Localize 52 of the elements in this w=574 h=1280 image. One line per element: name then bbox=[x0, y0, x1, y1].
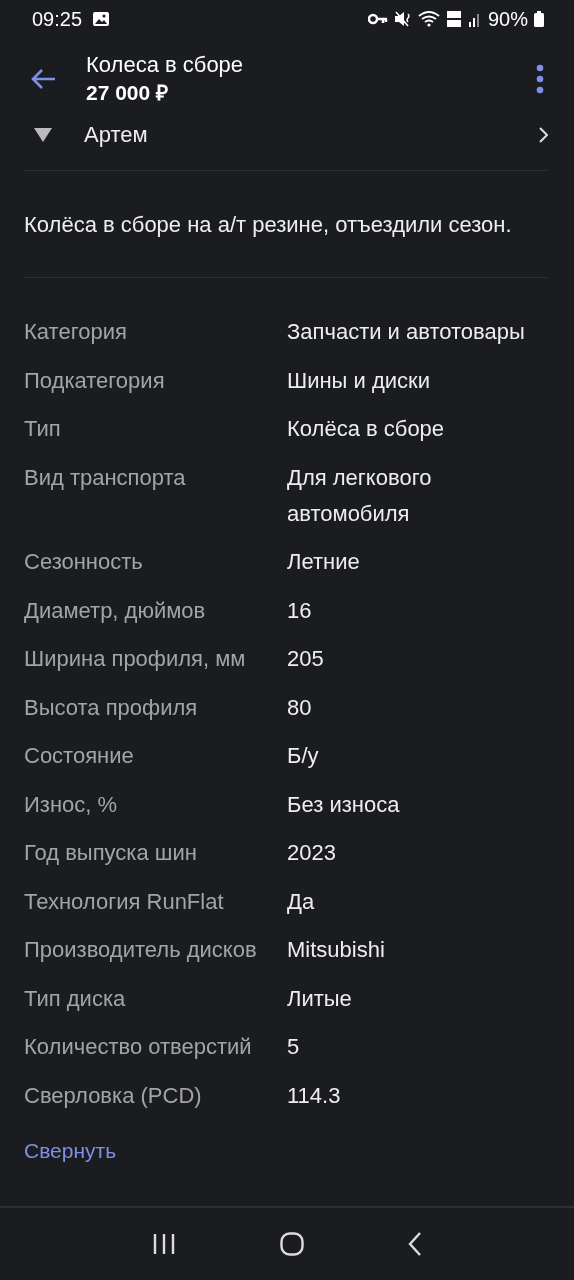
listing-title: Колеса в сборе bbox=[86, 51, 245, 79]
param-label: Диаметр, дюймов bbox=[24, 596, 207, 625]
param-label: Тип диска bbox=[24, 984, 127, 1013]
triangle-icon bbox=[34, 128, 52, 142]
seller-name[interactable]: Артем bbox=[84, 122, 148, 148]
param-value: Mitsubishi bbox=[287, 936, 386, 964]
param-label: Количество отверстий bbox=[24, 1033, 253, 1061]
param-label: Тип bbox=[24, 415, 62, 443]
param-value: Без износа bbox=[287, 790, 401, 819]
param-value: Запчасти и автотовары bbox=[287, 318, 526, 346]
param-value: Летние bbox=[287, 548, 361, 576]
recent-apps-icon[interactable] bbox=[152, 1233, 176, 1255]
collapse-link[interactable]: Свернуть bbox=[24, 1135, 117, 1166]
param-label: Сверловка (PCD) bbox=[24, 1081, 203, 1110]
status-time: 09:25 bbox=[32, 7, 83, 31]
param-label: Высота профиля bbox=[24, 693, 199, 722]
back-arrow-icon[interactable] bbox=[30, 68, 56, 90]
param-value: 114.3 bbox=[287, 1081, 342, 1110]
param-value: Литые bbox=[287, 984, 353, 1013]
param-value: 2023 bbox=[287, 839, 337, 867]
param-value: Колёса в сборе bbox=[287, 415, 446, 443]
param-label: Производитель дисков bbox=[24, 936, 258, 964]
param-label: Состояние bbox=[24, 742, 135, 770]
back-icon[interactable] bbox=[408, 1232, 422, 1256]
param-value: 5 bbox=[287, 1033, 301, 1061]
wifi-icon bbox=[417, 10, 440, 28]
param-label: Износ, % bbox=[24, 790, 119, 819]
more-options-icon[interactable] bbox=[536, 64, 544, 94]
param-value: 205 bbox=[287, 645, 325, 673]
param-label: Ширина профиля, мм bbox=[24, 645, 247, 673]
param-value: 16 bbox=[287, 596, 313, 625]
signal-icon bbox=[467, 11, 482, 27]
home-icon[interactable] bbox=[280, 1232, 304, 1256]
mute-icon bbox=[393, 11, 412, 27]
param-label: Подкатегория bbox=[24, 366, 166, 395]
param-value: Шины и диски bbox=[287, 366, 431, 395]
battery-percent: 90% bbox=[487, 7, 528, 31]
param-label: Сезонность bbox=[24, 548, 144, 576]
chevron-icon[interactable] bbox=[538, 127, 548, 143]
param-label: Категория bbox=[24, 318, 128, 346]
param-label: Год выпуска шин bbox=[24, 839, 198, 867]
param-value: 80 bbox=[287, 693, 313, 722]
key-icon bbox=[367, 13, 388, 25]
battery-icon bbox=[534, 11, 544, 27]
param-label: Технология RunFlat bbox=[24, 887, 225, 916]
image-icon bbox=[92, 11, 111, 27]
param-value: Б/у bbox=[287, 742, 320, 770]
param-label: Вид транспорта bbox=[24, 463, 187, 492]
description-text: Колёса в сборе на а/т резине, отъездили сезон. bbox=[24, 211, 513, 239]
param-value: Для легкового автомобиля bbox=[287, 463, 433, 528]
param-value: Да bbox=[287, 887, 316, 916]
listing-price: 27 000 ₽ bbox=[86, 80, 170, 106]
